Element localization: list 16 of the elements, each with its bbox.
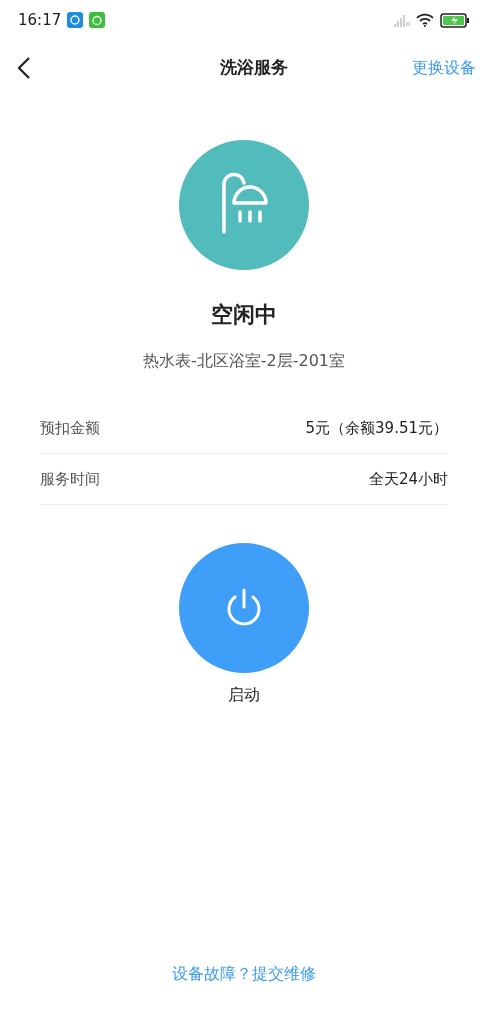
device-status: 空闲中 [211,301,277,329]
detail-value: 5元（余额39.51元） [305,417,448,439]
report-fault-link[interactable]: 设备故障？提交维修 [172,962,316,986]
detail-label: 预扣金额 [40,417,100,439]
device-location: 热水表-北区浴室-2层-201室 [142,350,345,372]
detail-label: 服务时间 [40,468,100,490]
battery-charging-icon [440,12,470,28]
detail-value: 全天24小时 [368,468,448,490]
page-title: 洗浴服务 [220,56,288,80]
wifi-icon [416,13,434,27]
app-notification-icon [67,12,84,28]
app-notification-icon [89,12,106,28]
status-time: 16:17 [18,9,62,31]
power-label: 启动 [228,684,260,706]
signal-icon [394,13,410,27]
change-device-link[interactable]: 更换设备 [412,56,476,80]
